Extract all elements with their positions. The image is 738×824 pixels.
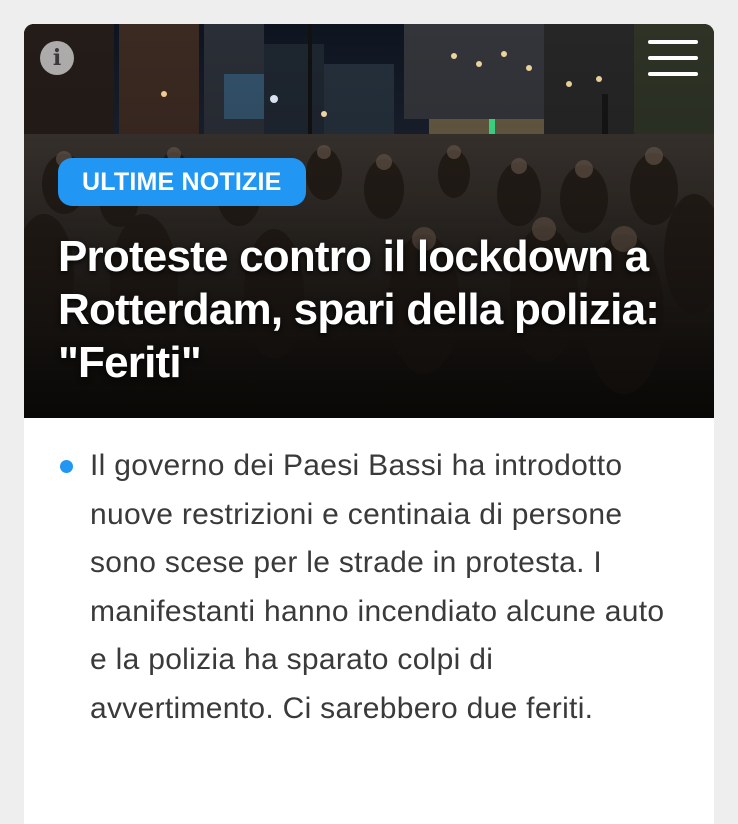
summary-text: Il governo dei Paesi Bassi ha introdotto… — [90, 449, 665, 725]
menu-line-middle — [648, 56, 698, 60]
hamburger-menu-icon[interactable] — [648, 40, 698, 76]
news-card[interactable]: i ULTIME NOTIZIE Proteste contro il lock… — [24, 24, 714, 824]
info-icon[interactable]: i — [40, 41, 74, 75]
article-summary: Il governo dei Paesi Bassi ha introdotto… — [24, 418, 714, 733]
hero-image-area[interactable]: i ULTIME NOTIZIE Proteste contro il lock… — [24, 24, 714, 418]
menu-line-bottom — [648, 72, 698, 76]
breaking-news-badge: ULTIME NOTIZIE — [58, 158, 306, 206]
menu-line-top — [648, 40, 698, 44]
article-headline[interactable]: Proteste contro il lockdown a Rotterdam,… — [58, 230, 698, 389]
bullet-dot-icon — [60, 460, 73, 473]
